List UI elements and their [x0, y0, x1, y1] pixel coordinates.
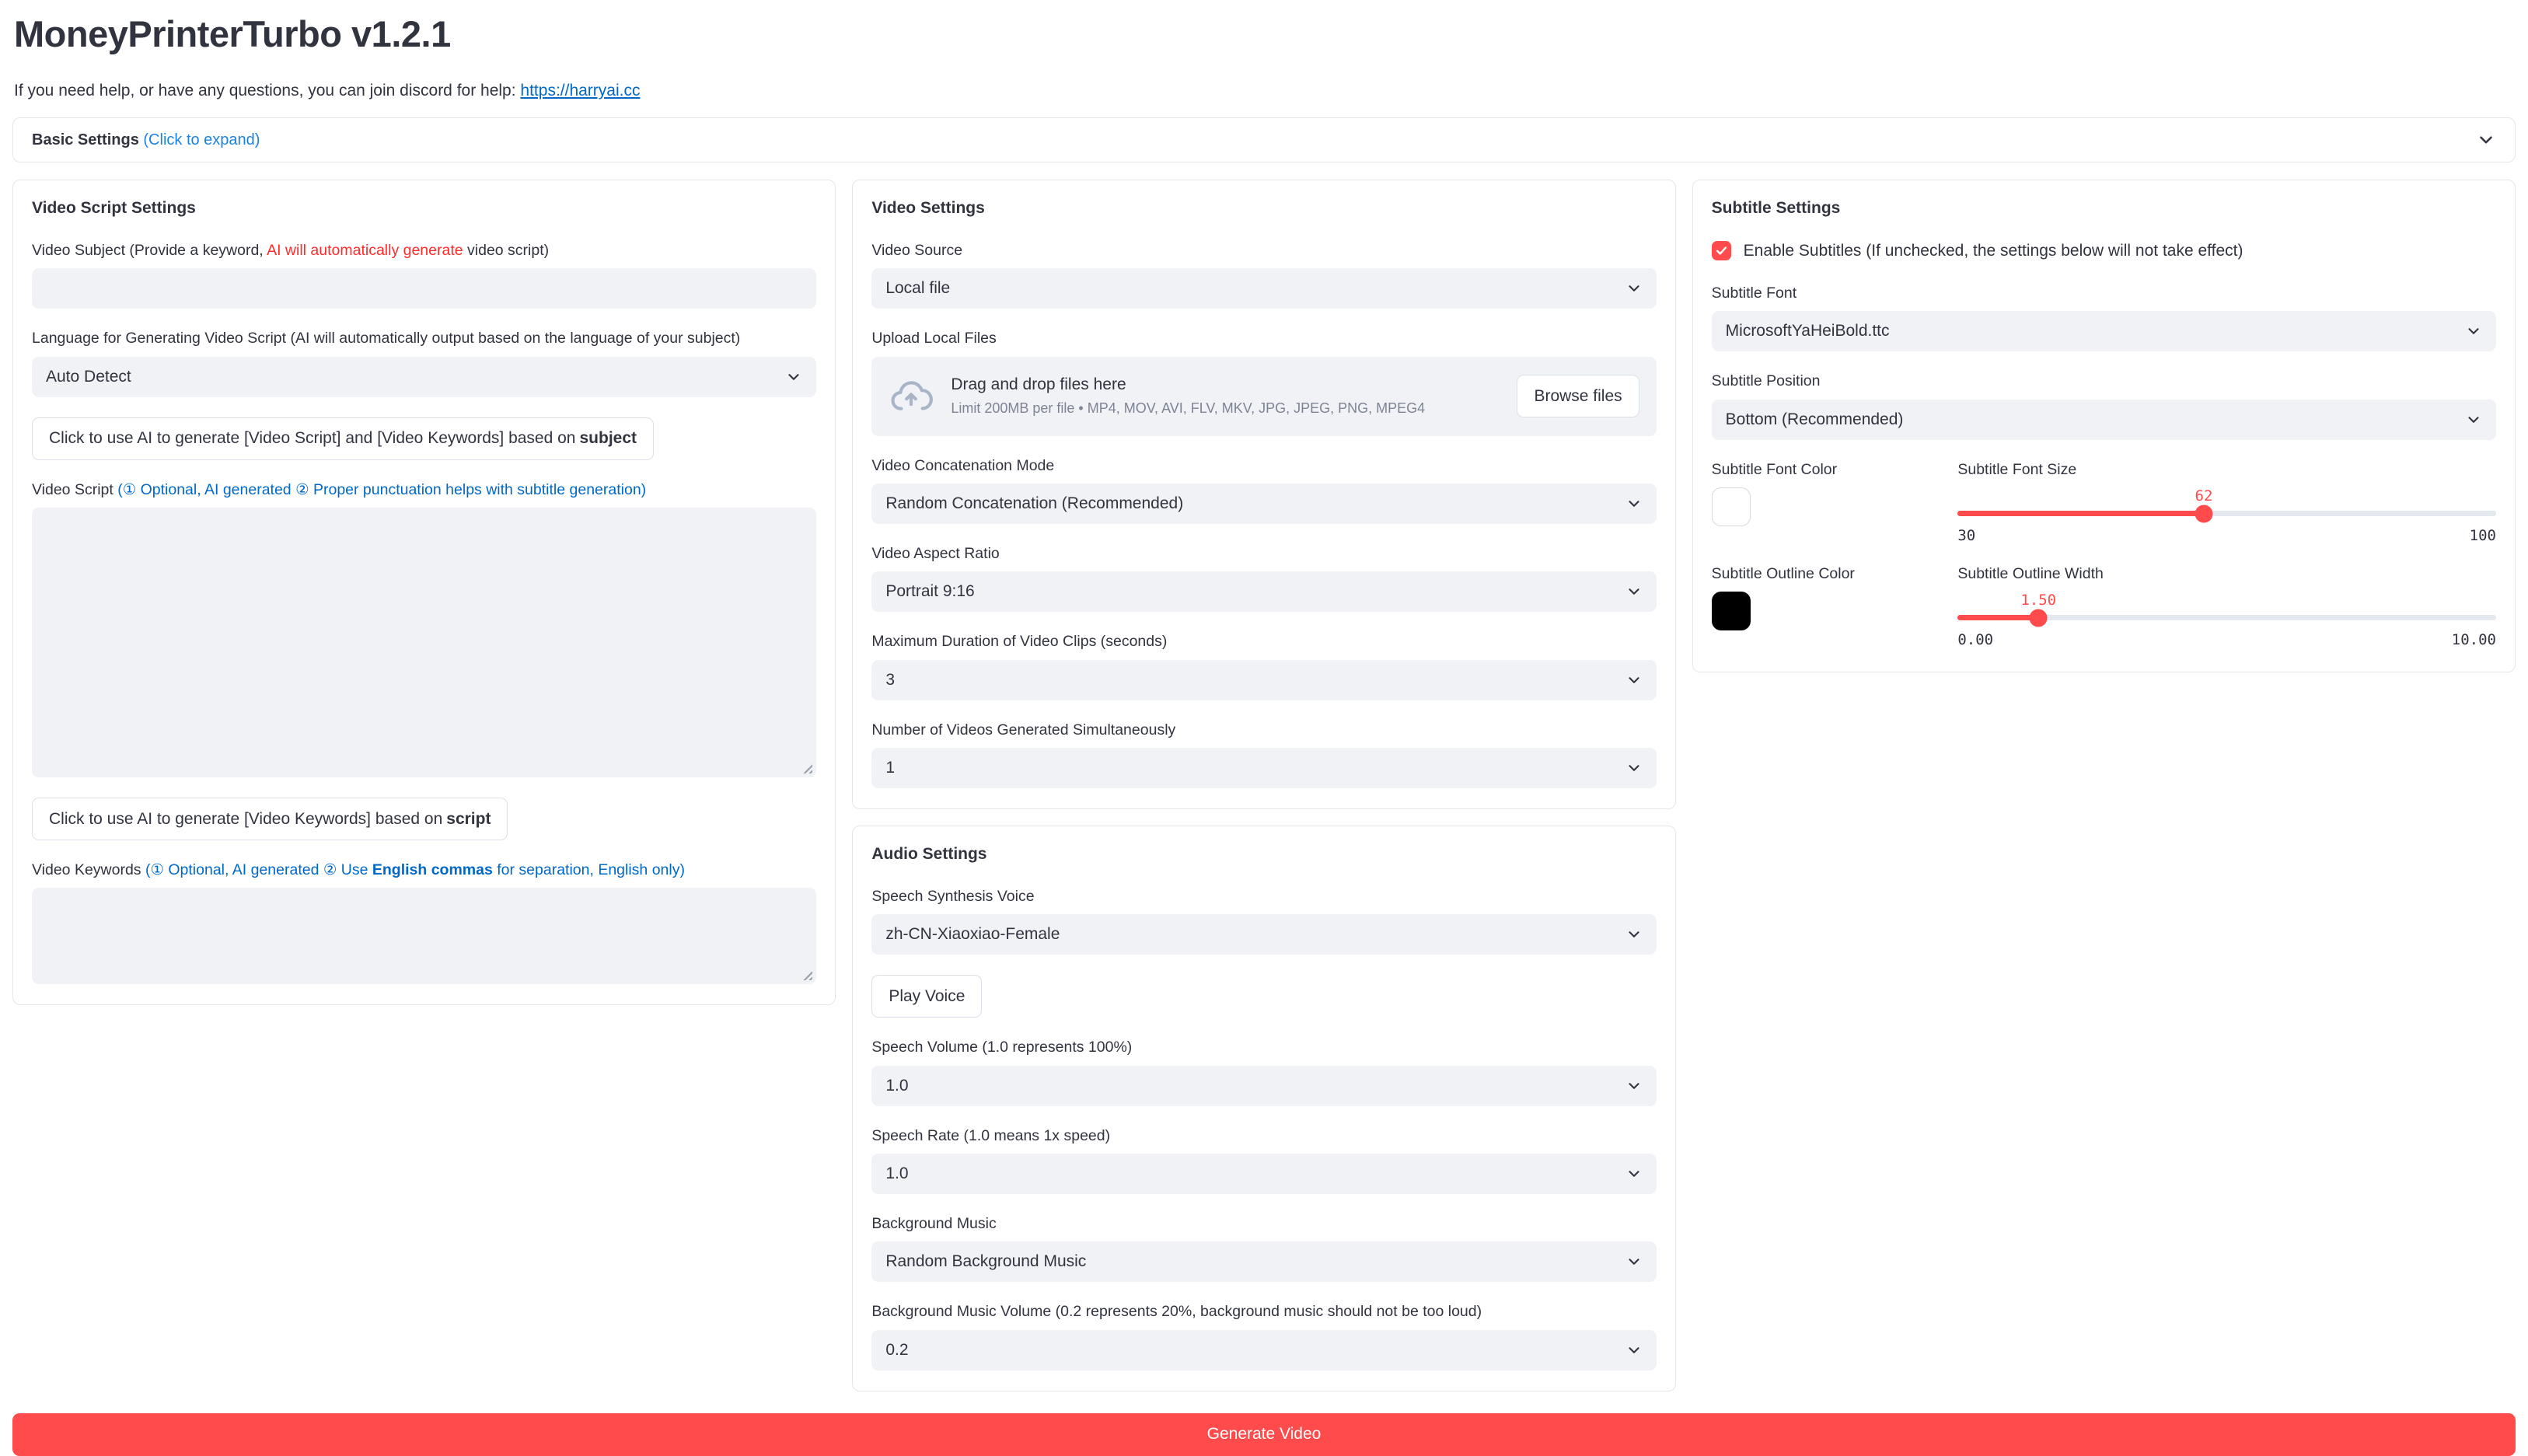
clip-duration-label: Maximum Duration of Video Clips (seconds… [871, 632, 1656, 651]
video-keywords-textarea[interactable] [32, 888, 816, 984]
subtitle-settings-heading: Subtitle Settings [1712, 199, 2496, 218]
background-music-select[interactable]: Random Background Music [871, 1241, 1656, 1282]
slider-max-label: 10.00 [2452, 631, 2496, 648]
chevron-down-icon [1625, 280, 1643, 297]
subtitle-outline-width-label: Subtitle Outline Width [1957, 564, 2496, 584]
slider-min-label: 30 [1957, 527, 1975, 544]
chevron-down-icon [1625, 926, 1643, 943]
subtitle-font-color-label: Subtitle Font Color [1712, 460, 1940, 480]
enable-subtitles-checkbox-row[interactable]: Enable Subtitles (If unchecked, the sett… [1712, 241, 2496, 260]
checkbox-checked-icon[interactable] [1712, 241, 1731, 260]
play-voice-button[interactable]: Play Voice [871, 975, 982, 1018]
audio-settings-heading: Audio Settings [871, 845, 1656, 864]
subtitle-outline-color-label: Subtitle Outline Color [1712, 564, 1940, 584]
chevron-down-icon [1625, 1077, 1643, 1095]
chevron-down-icon [1625, 672, 1643, 689]
video-subject-input[interactable] [32, 268, 816, 309]
video-settings-heading: Video Settings [871, 199, 1656, 218]
settings-columns: Video Script Settings Video Subject (Pro… [12, 180, 2516, 1391]
subtitle-font-size-slider[interactable]: 62 30 100 [1957, 487, 2496, 544]
discord-help-link[interactable]: https://harryai.cc [520, 82, 640, 100]
chevron-down-icon [2465, 411, 2482, 428]
audio-settings-panel: Audio Settings Speech Synthesis Voice zh… [852, 826, 1675, 1391]
chevron-down-icon [1625, 495, 1643, 512]
chevron-down-icon [2476, 130, 2496, 150]
subtitle-outline-color-swatch[interactable] [1712, 592, 1751, 630]
chevron-down-icon [1625, 583, 1643, 600]
generate-video-button[interactable]: Generate Video [12, 1413, 2516, 1456]
help-text: If you need help, or have any questions,… [12, 82, 2516, 100]
speech-rate-select[interactable]: 1.0 [871, 1154, 1656, 1194]
slider-value: 62 [2195, 487, 2213, 505]
concatenation-mode-select[interactable]: Random Concatenation (Recommended) [871, 484, 1656, 524]
script-language-select[interactable]: Auto Detect [32, 357, 816, 397]
subtitle-font-size-label: Subtitle Font Size [1957, 460, 2496, 480]
video-source-label: Video Source [871, 241, 1656, 260]
video-script-settings-panel: Video Script Settings Video Subject (Pro… [12, 180, 836, 1005]
speech-volume-label: Speech Volume (1.0 represents 100%) [871, 1038, 1656, 1057]
speech-volume-select[interactable]: 1.0 [871, 1066, 1656, 1106]
chevron-down-icon [2465, 323, 2482, 340]
speech-voice-label: Speech Synthesis Voice [871, 887, 1656, 906]
dropzone-title: Drag and drop files here [951, 375, 1500, 394]
aspect-ratio-select[interactable]: Portrait 9:16 [871, 571, 1656, 612]
basic-settings-expander[interactable]: Basic Settings (Click to expand) [12, 117, 2516, 162]
subtitle-outline-width-slider[interactable]: 1.50 0.00 10.00 [1957, 592, 2496, 648]
generate-script-button[interactable]: Click to use AI to generate [Video Scrip… [32, 417, 654, 460]
subtitle-position-label: Subtitle Position [1712, 372, 2496, 391]
video-keywords-label: Video Keywords (① Optional, AI generated… [32, 861, 816, 880]
subtitle-font-color-swatch[interactable] [1712, 487, 1751, 526]
dropzone-hint: Limit 200MB per file • MP4, MOV, AVI, FL… [951, 400, 1500, 417]
subtitle-font-label: Subtitle Font [1712, 284, 2496, 303]
chevron-down-icon [1625, 1165, 1643, 1182]
page-title: MoneyPrinterTurbo v1.2.1 [12, 8, 2516, 55]
background-music-label: Background Music [871, 1214, 1656, 1234]
subtitle-settings-panel: Subtitle Settings Enable Subtitles (If u… [1692, 180, 2516, 672]
video-script-textarea[interactable] [32, 508, 816, 777]
bgm-volume-select[interactable]: 0.2 [871, 1330, 1656, 1370]
video-settings-panel: Video Settings Video Source Local file U… [852, 180, 1675, 809]
cloud-upload-icon [889, 374, 934, 419]
slider-value: 1.50 [2020, 592, 2056, 609]
video-subject-label: Video Subject (Provide a keyword, AI wil… [32, 241, 816, 260]
chevron-down-icon [1625, 1253, 1643, 1270]
upload-local-files-label: Upload Local Files [871, 329, 1656, 348]
basic-settings-expander-label: Basic Settings (Click to expand) [32, 131, 260, 149]
video-script-label: Video Script (① Optional, AI generated ②… [32, 480, 816, 500]
enable-subtitles-label: Enable Subtitles (If unchecked, the sett… [1744, 242, 2243, 260]
aspect-ratio-label: Video Aspect Ratio [871, 544, 1656, 564]
simultaneous-videos-label: Number of Videos Generated Simultaneousl… [871, 721, 1656, 740]
speech-voice-select[interactable]: zh-CN-Xiaoxiao-Female [871, 914, 1656, 955]
chevron-down-icon [785, 368, 802, 386]
clip-duration-select[interactable]: 3 [871, 660, 1656, 700]
slider-thumb[interactable] [2195, 505, 2212, 522]
video-script-settings-heading: Video Script Settings [32, 199, 816, 218]
generate-keywords-button[interactable]: Click to use AI to generate [Video Keywo… [32, 798, 508, 840]
slider-max-label: 100 [2470, 527, 2496, 544]
concatenation-mode-label: Video Concatenation Mode [871, 456, 1656, 476]
bgm-volume-label: Background Music Volume (0.2 represents … [871, 1302, 1656, 1322]
chevron-down-icon [1625, 759, 1643, 777]
slider-min-label: 0.00 [1957, 631, 1993, 648]
chevron-down-icon [1625, 1342, 1643, 1359]
script-language-label: Language for Generating Video Script (AI… [32, 329, 816, 348]
subtitle-font-select[interactable]: MicrosoftYaHeiBold.ttc [1712, 311, 2496, 351]
video-source-select[interactable]: Local file [871, 268, 1656, 309]
file-dropzone[interactable]: Drag and drop files here Limit 200MB per… [871, 357, 1656, 436]
speech-rate-label: Speech Rate (1.0 means 1x speed) [871, 1126, 1656, 1146]
simultaneous-videos-select[interactable]: 1 [871, 748, 1656, 788]
subtitle-position-select[interactable]: Bottom (Recommended) [1712, 400, 2496, 440]
browse-files-button[interactable]: Browse files [1517, 375, 1639, 417]
slider-thumb[interactable] [2030, 609, 2048, 627]
